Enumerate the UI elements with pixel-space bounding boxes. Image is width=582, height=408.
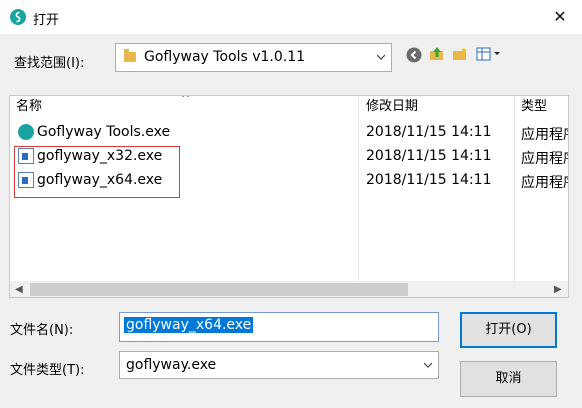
scroll-left-icon[interactable]: ◀ [15, 284, 23, 295]
file-list: 名称 ^ 修改日期 类型 Goflyway Tools.exe 2018/11/… [9, 95, 569, 298]
chevron-down-icon [424, 362, 432, 368]
filename-input[interactable]: goflyway_x64.exe [119, 312, 439, 342]
filetype-select[interactable]: goflyway.exe [119, 351, 439, 379]
column-header-type[interactable]: 类型 [521, 96, 547, 118]
filename-label: 文件名(N): [10, 323, 74, 338]
column-header-name[interactable]: 名称 [16, 96, 42, 118]
up-folder-icon[interactable] [429, 46, 445, 62]
file-name: Goflyway Tools.exe [37, 124, 171, 140]
new-folder-icon[interactable] [452, 46, 468, 62]
chevron-down-icon [377, 54, 385, 60]
scrollbar-thumb[interactable] [30, 283, 408, 296]
app-icon [18, 124, 34, 140]
highlight-box [14, 146, 180, 198]
horizontal-scrollbar[interactable]: ◀ ▶ [10, 281, 568, 297]
filetype-label: 文件类型(T): [10, 363, 85, 378]
close-button[interactable]: ✕ [546, 4, 574, 30]
lookin-label: 查找范围(I): [14, 56, 85, 71]
cancel-button[interactable]: 取消 [460, 361, 557, 397]
file-type: 应用程序 [521, 151, 568, 167]
scroll-right-icon[interactable]: ▶ [554, 284, 562, 295]
view-menu-icon[interactable] [476, 46, 502, 62]
file-type: 应用程序 [521, 175, 568, 191]
column-header-date[interactable]: 修改日期 [366, 96, 418, 118]
window-title: 打开 [33, 13, 60, 28]
file-type: 应用程序 [521, 127, 568, 143]
file-date: 2018/11/15 14:11 [366, 148, 492, 164]
folder-icon [124, 49, 136, 62]
open-button[interactable]: 打开(O) [460, 312, 557, 348]
open-file-dialog: 打开 ✕ 查找范围(I): Goflyway Tools v1.0.11 名称 … [0, 0, 582, 408]
list-item[interactable]: Goflyway Tools.exe 2018/11/15 14:11 应用程序 [10, 121, 568, 143]
lookin-value: Goflyway Tools v1.0.11 [144, 49, 306, 65]
file-date: 2018/11/15 14:11 [366, 172, 492, 188]
back-arrow-icon[interactable] [406, 47, 422, 63]
title-bar: 打开 ✕ [0, 0, 582, 34]
filetype-value: goflyway.exe [126, 357, 217, 373]
lookin-combo[interactable]: Goflyway Tools v1.0.11 [115, 43, 392, 72]
filename-value: goflyway_x64.exe [124, 317, 254, 333]
file-date: 2018/11/15 14:11 [366, 124, 492, 140]
app-icon [10, 9, 26, 25]
sort-ascending-icon: ^ [181, 95, 191, 105]
